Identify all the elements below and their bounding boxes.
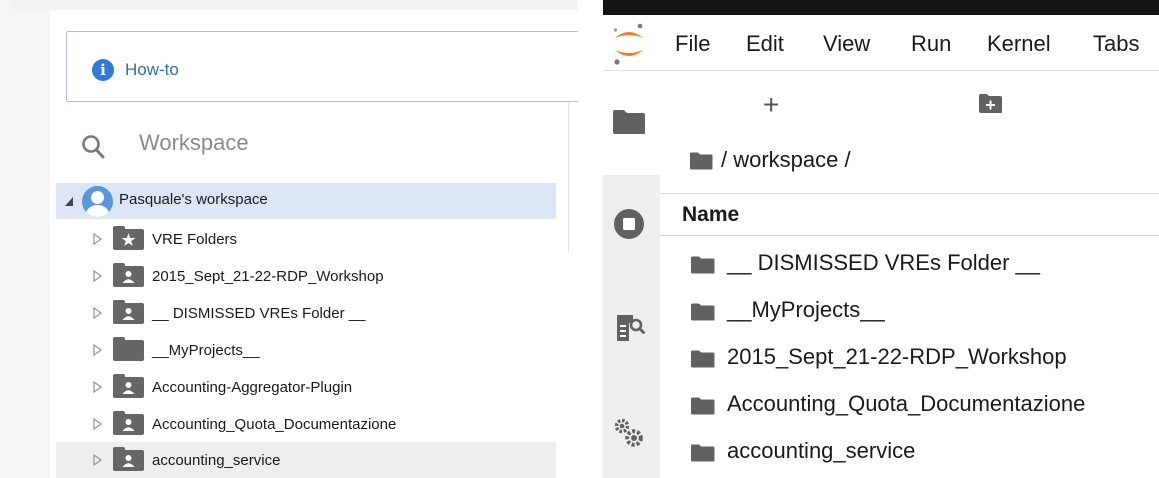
file-browser-icon[interactable] — [612, 109, 646, 135]
menu-view[interactable]: View — [823, 30, 870, 58]
collapsed-triangle-icon[interactable] — [92, 381, 102, 393]
breadcrumb[interactable]: / workspace / — [721, 146, 851, 174]
tree-item-label: Accounting-Aggregator-Plugin — [152, 379, 353, 396]
property-inspector-icon[interactable] — [615, 311, 645, 345]
folder-icon — [113, 337, 144, 361]
menu-edit[interactable]: Edit — [746, 30, 784, 58]
tree-item-label: 2015_Sept_21-22-RDP_Workshop — [152, 268, 384, 285]
folder-icon — [691, 256, 715, 274]
panel-divider-line — [568, 102, 569, 252]
tree-root-label: Pasquale's workspace — [119, 191, 268, 208]
tree-item-label: Accounting_Quota_Documentazione — [152, 416, 397, 433]
tree-item[interactable]: __ DISMISSED VREs Folder __ — [56, 295, 556, 332]
tree-item[interactable]: 2015_Sept_21-22-RDP_Workshop — [56, 258, 556, 295]
name-column-header[interactable]: Name — [682, 202, 739, 228]
tree-root-row[interactable]: Pasquale's workspace — [56, 183, 556, 219]
file-name: 2015_Sept_21-22-RDP_Workshop — [727, 344, 1067, 369]
top-strip — [0, 0, 578, 10]
file-name: __MyProjects__ — [727, 297, 885, 322]
howto-link[interactable]: How-to — [125, 59, 179, 81]
screenshot-divider — [578, 0, 603, 478]
expanded-triangle-icon[interactable] — [64, 195, 74, 207]
folder-icon — [691, 303, 715, 321]
file-row[interactable]: Accounting_Quota_Documentazione — [660, 381, 1159, 427]
jupyter-logo-icon — [613, 23, 643, 65]
menu-run[interactable]: Run — [911, 30, 951, 58]
shared-folder-icon — [113, 263, 144, 287]
menu-separator — [603, 70, 1159, 71]
file-list-header[interactable]: Name — [660, 193, 1159, 236]
file-row[interactable]: __MyProjects__ — [660, 287, 1159, 333]
tree-item-label: __MyProjects__ — [152, 342, 260, 359]
tree-item[interactable]: Accounting-Aggregator-Plugin — [56, 369, 556, 406]
folder-icon — [691, 350, 715, 368]
info-icon: i — [92, 59, 114, 81]
file-name: accounting_service — [727, 438, 916, 463]
workspace-search-label[interactable]: Workspace — [139, 129, 249, 157]
tree-item-label: __ DISMISSED VREs Folder __ — [152, 305, 366, 322]
folder-icon — [691, 444, 715, 462]
tree-item-label: accounting_service — [152, 452, 281, 469]
search-icon[interactable] — [81, 134, 105, 160]
tree-item-label: VRE Folders — [152, 231, 238, 248]
jupyter-panel: File Edit View Run Kernel Tabs + / works… — [603, 0, 1159, 478]
top-bar — [603, 0, 1159, 15]
star-folder-icon — [113, 226, 144, 250]
file-name: __ DISMISSED VREs Folder __ — [727, 250, 1041, 275]
shared-folder-icon — [113, 374, 144, 398]
tree-item[interactable]: VRE Folders — [56, 221, 556, 258]
new-launcher-button[interactable]: + — [763, 90, 779, 120]
left-gutter-inner — [10, 10, 50, 478]
file-row[interactable]: accounting_service — [660, 428, 1159, 474]
collapsed-triangle-icon[interactable] — [92, 307, 102, 319]
shared-folder-icon — [113, 300, 144, 324]
file-row[interactable]: 2015_Sept_21-22-RDP_Workshop — [660, 334, 1159, 380]
collapsed-triangle-icon[interactable] — [92, 344, 102, 356]
howto-box[interactable]: i How-to — [66, 31, 578, 102]
shared-folder-icon — [113, 447, 144, 471]
breadcrumb-folder-icon[interactable] — [689, 152, 713, 170]
user-avatar-icon — [82, 186, 113, 217]
menu-file[interactable]: File — [675, 30, 710, 58]
menu-kernel[interactable]: Kernel — [987, 30, 1051, 58]
file-name: Accounting_Quota_Documentazione — [727, 391, 1086, 416]
shared-folder-icon — [113, 411, 144, 435]
collapsed-triangle-icon[interactable] — [92, 454, 102, 466]
left-sidebar — [603, 71, 660, 478]
left-gutter — [0, 0, 10, 478]
folder-icon — [691, 397, 715, 415]
collapsed-triangle-icon[interactable] — [92, 270, 102, 282]
tree-item[interactable]: __MyProjects__ — [56, 332, 556, 369]
file-row[interactable]: __ DISMISSED VREs Folder __ — [660, 240, 1159, 286]
running-sessions-icon[interactable] — [613, 208, 645, 240]
collapsed-triangle-icon[interactable] — [92, 418, 102, 430]
tree-item[interactable]: Accounting_Quota_Documentazione — [56, 406, 556, 443]
workspace-panel: i How-to Workspace Pasquale's workspace … — [0, 0, 578, 478]
new-folder-icon[interactable] — [978, 93, 1003, 114]
extensions-gear-icon[interactable] — [613, 417, 647, 451]
menu-tabs[interactable]: Tabs — [1093, 30, 1139, 58]
collapsed-triangle-icon[interactable] — [92, 233, 102, 245]
tree-item[interactable]: accounting_service — [56, 442, 556, 478]
